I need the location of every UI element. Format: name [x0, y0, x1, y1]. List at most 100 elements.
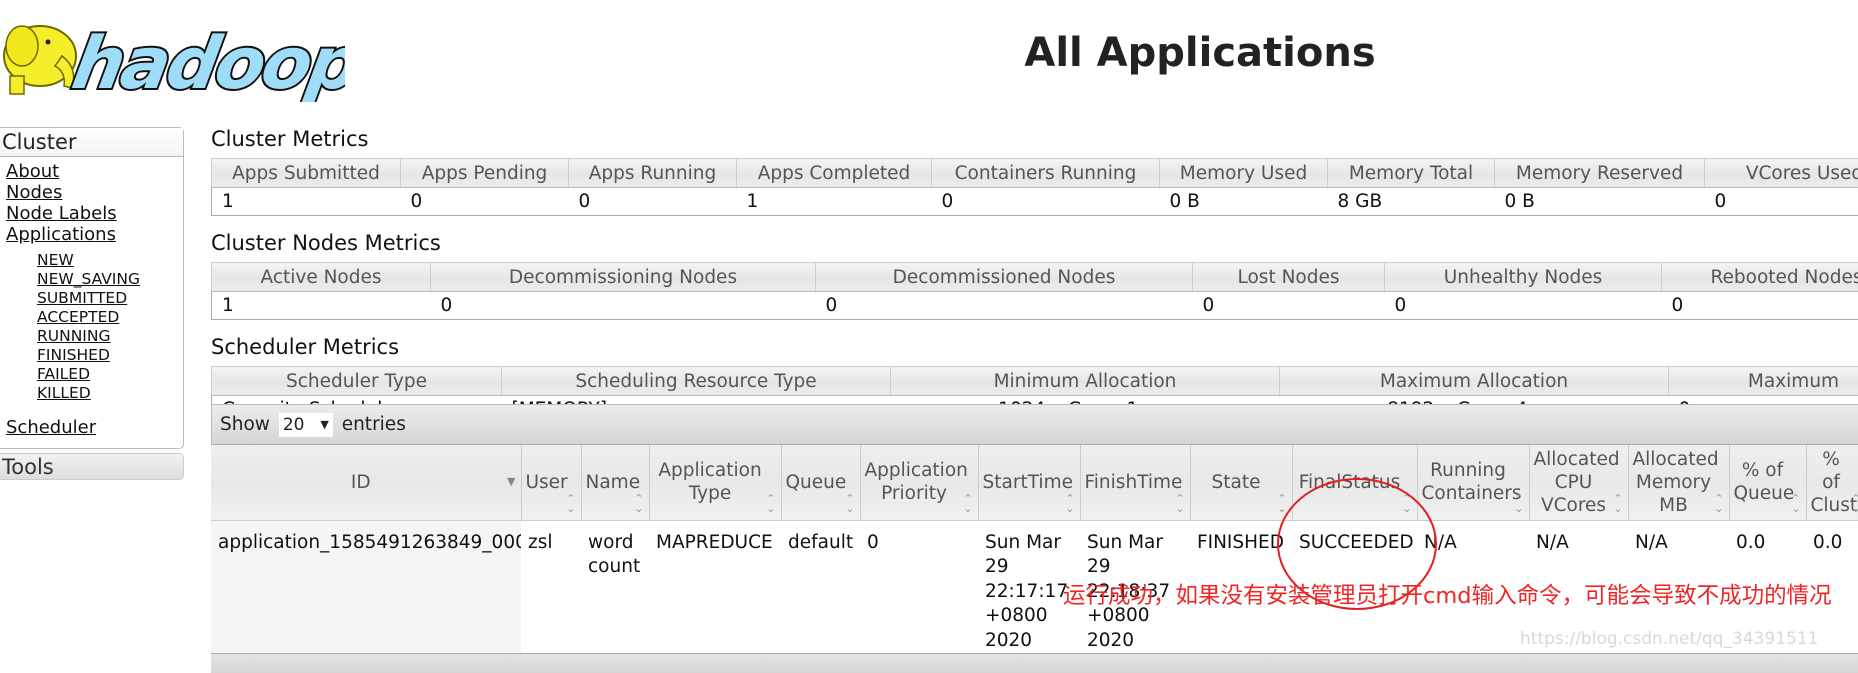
sort-icon: ⌃⌄ [566, 494, 575, 514]
watermark: https://blog.csdn.net/qq_34391511 [1520, 629, 1818, 649]
sort-icon: ⌃⌄ [766, 494, 775, 514]
cell-name: word count [581, 520, 649, 653]
cell-memory-used: 0 B [1160, 188, 1328, 216]
nav-app-accepted[interactable]: ACCEPTED [37, 308, 183, 327]
link-active-nodes[interactable]: 1 [222, 295, 234, 316]
header-apps-running: Apps Running [569, 159, 737, 188]
header-memory-total: Memory Total [1328, 159, 1495, 188]
header-decommissioned-nodes: Decommissioned Nodes [816, 263, 1193, 292]
header-apps-completed: Apps Completed [737, 159, 932, 188]
header-label: % of Queue [1734, 460, 1795, 504]
header-label: FinalStatus [1299, 472, 1401, 493]
scheduler-metrics-title: Scheduler Metrics [211, 332, 1858, 366]
nav-scheduler[interactable]: Scheduler [6, 417, 183, 438]
link-decommissioning-nodes[interactable]: 0 [441, 295, 453, 316]
nav-about[interactable]: About [6, 161, 183, 182]
cell-rebooted-nodes: 0 [1662, 292, 1858, 320]
header-minimum-allocation: Minimum Allocation [891, 367, 1280, 396]
sort-icon: ⌃⌄ [1514, 494, 1523, 514]
table-footer [211, 653, 1858, 673]
link-lost-nodes[interactable]: 0 [1203, 295, 1215, 316]
header-maximum-allocation: Maximum Allocation [1280, 367, 1669, 396]
cell-memory-total: 8 GB [1328, 188, 1495, 216]
column-header-application-priority[interactable]: Application Priority⌃⌄ [860, 445, 978, 520]
cluster-nodes-metrics-table: Active NodesDecommissioning NodesDecommi… [211, 262, 1858, 320]
header-apps-pending: Apps Pending [401, 159, 569, 188]
cluster-nav-header[interactable]: Cluster [0, 128, 183, 157]
table-length-control: Show 20▼ entries [211, 404, 1858, 445]
header-label: User [526, 472, 568, 493]
nav-node-labels[interactable]: Node Labels [6, 203, 183, 224]
page-size-select[interactable]: 20▼ [279, 413, 333, 437]
nav-app-new[interactable]: NEW [37, 251, 183, 270]
nav-nodes[interactable]: Nodes [6, 182, 183, 203]
column-header-allocated-cpu-vcores[interactable]: Allocated CPU VCores⌃⌄ [1529, 445, 1628, 520]
column-header-finalstatus[interactable]: FinalStatus⌃⌄ [1292, 445, 1417, 520]
nav-app-failed[interactable]: FAILED [37, 365, 183, 384]
entries-label: entries [342, 414, 406, 435]
sort-icon: ⌃⌄ [963, 494, 972, 514]
header-memory-used: Memory Used [1160, 159, 1328, 188]
sort-icon: ⌃⌄ [845, 494, 854, 514]
column-header-queue[interactable]: Queue⌃⌄ [781, 445, 860, 520]
sort-desc-icon: ▼ [507, 477, 515, 487]
header-maximum: Maximum [1669, 367, 1858, 396]
cell-active-nodes: 1 [212, 292, 431, 320]
cell-apps-running: 0 [569, 188, 737, 216]
elephant-icon [4, 26, 76, 94]
column-header-of-cluster[interactable]: % of Cluster⌃⌄ [1806, 445, 1858, 520]
main-content: Cluster Metrics Apps SubmittedApps Pendi… [211, 124, 1858, 436]
nav-app-running[interactable]: RUNNING [37, 327, 183, 346]
column-header-of-queue[interactable]: % of Queue⌃⌄ [1729, 445, 1806, 520]
column-header-allocated-memory-mb[interactable]: Allocated Memory MB⌃⌄ [1628, 445, 1729, 520]
cell-lost-nodes: 0 [1193, 292, 1385, 320]
column-header-id[interactable]: ID▼ [211, 445, 521, 520]
header-label: Allocated Memory MB [1633, 449, 1719, 516]
header-label: Application Type [658, 460, 761, 504]
header-rebooted-nodes: Rebooted Nodes [1662, 263, 1858, 292]
applications-table: ID▼User⌃⌄Name⌃⌄Application Type⌃⌄Queue⌃⌄… [211, 445, 1858, 653]
link-rebooted-nodes[interactable]: 0 [1672, 295, 1684, 316]
header-containers-running: Containers Running [932, 159, 1160, 188]
header-unhealthy-nodes: Unhealthy Nodes [1385, 263, 1662, 292]
header-decommissioning-nodes: Decommissioning Nodes [431, 263, 816, 292]
header-vcores-used: VCores Used [1705, 159, 1858, 188]
sort-icon: ⌃⌄ [1402, 494, 1411, 514]
application-id-link[interactable]: application_1585491263849_0001 [218, 532, 521, 553]
column-header-user[interactable]: User⌃⌄ [521, 445, 581, 520]
nav-app-new-saving[interactable]: NEW_SAVING [37, 270, 183, 289]
cell-decommissioned-nodes: 0 [816, 292, 1193, 320]
nav-app-killed[interactable]: KILLED [37, 384, 183, 403]
nav-applications[interactable]: Applications [6, 224, 183, 245]
cell-memory-reserved: 0 B [1495, 188, 1705, 216]
header-label: Application Priority [865, 460, 968, 504]
nav-app-submitted[interactable]: SUBMITTED [37, 289, 183, 308]
nav-app-finished[interactable]: FINISHED [37, 346, 183, 365]
link-decommissioned-nodes[interactable]: 0 [826, 295, 838, 316]
cell-application-priority: 0 [860, 520, 978, 653]
header-label: State [1212, 472, 1261, 493]
dropdown-arrow-icon: ▼ [320, 413, 328, 437]
cell-id: application_1585491263849_0001 [211, 520, 521, 653]
link-unhealthy-nodes[interactable]: 0 [1395, 295, 1407, 316]
column-header-state[interactable]: State⌃⌄ [1190, 445, 1292, 520]
header-label: Running Containers [1422, 460, 1522, 504]
cell-apps-submitted: 1 [212, 188, 401, 216]
sidebar: Cluster About Nodes Node Labels Applicat… [0, 127, 184, 480]
header-apps-submitted: Apps Submitted [212, 159, 401, 188]
header-active-nodes: Active Nodes [212, 263, 431, 292]
header-label: FinishTime [1085, 472, 1183, 493]
column-header-application-type[interactable]: Application Type⌃⌄ [649, 445, 781, 520]
header-label: StartTime [983, 472, 1073, 493]
column-header-name[interactable]: Name⌃⌄ [581, 445, 649, 520]
table-row: 100100 B8 GB0 B0 [212, 188, 1858, 216]
column-header-starttime[interactable]: StartTime⌃⌄ [978, 445, 1080, 520]
cluster-metrics-table: Apps SubmittedApps PendingApps RunningAp… [211, 158, 1858, 216]
cell-containers-running: 0 [932, 188, 1160, 216]
sort-icon: ⌃⌄ [1065, 494, 1074, 514]
tools-nav-header[interactable]: Tools [0, 453, 184, 480]
column-header-finishtime[interactable]: FinishTime⌃⌄ [1080, 445, 1190, 520]
column-header-running-containers[interactable]: Running Containers⌃⌄ [1417, 445, 1529, 520]
cell-queue: default [781, 520, 860, 653]
header-label: Queue [786, 472, 847, 493]
